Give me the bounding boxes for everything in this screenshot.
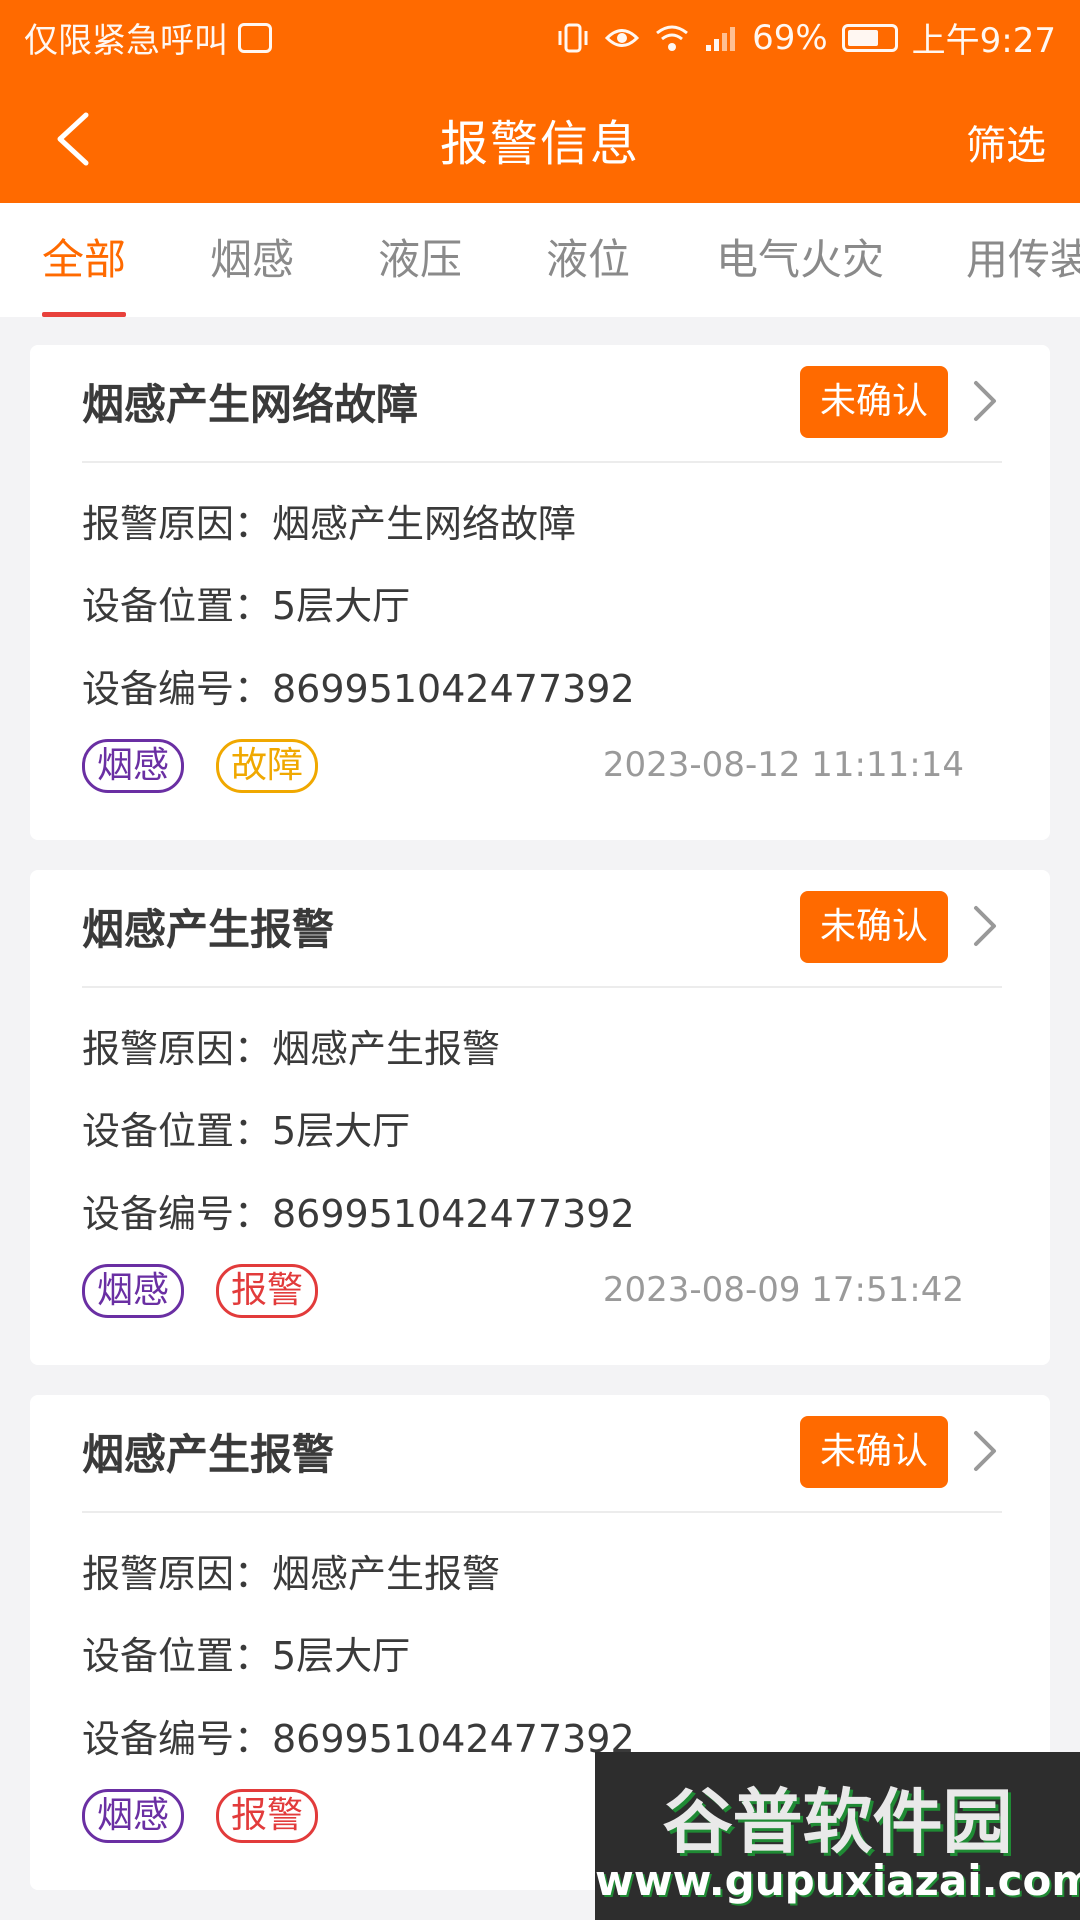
status-badge[interactable]: 未确认 <box>800 366 948 438</box>
tag-smoke: 烟感 <box>82 1789 185 1843</box>
signal-icon <box>706 26 736 51</box>
tab-electrical-fire[interactable]: 电气火灾 <box>716 203 884 317</box>
divider <box>82 986 1002 988</box>
alert-time: 2023-08-12 11:11:14 <box>602 745 964 785</box>
tab-smoke[interactable]: 烟感 <box>210 203 294 317</box>
status-badge[interactable]: 未确认 <box>800 1416 948 1488</box>
watermark: 谷普软件园 www.gupuxiazai.com <box>595 1752 1080 1920</box>
chevron-right-icon[interactable] <box>968 377 1004 425</box>
nav-bar: 报警信息 筛选 <box>0 75 1080 203</box>
tag-alarm: 报警 <box>216 1264 319 1318</box>
device-location: 设备位置：5层大厅 <box>82 1634 411 1678</box>
tab-liquid-level[interactable]: 液位 <box>546 203 630 317</box>
chevron-left-icon <box>57 112 89 166</box>
wifi-icon <box>656 25 688 51</box>
device-number: 设备编号：869951042477392 <box>82 1192 635 1236</box>
watermark-logo: 谷普软件园 <box>662 1781 1013 1863</box>
alarm-reason: 报警原因：烟感产生网络故障 <box>82 502 577 546</box>
device-location: 设备位置：5层大厅 <box>82 1109 411 1153</box>
chevron-right-icon[interactable] <box>968 1427 1004 1475</box>
tab-hydraulic[interactable]: 液压 <box>378 203 462 317</box>
alert-title: 烟感产生报警 <box>82 1430 335 1479</box>
tab-transmission-device[interactable]: 用传装 <box>966 203 1080 317</box>
watermark-url: www.gupuxiazai.com <box>595 1856 1080 1905</box>
device-number: 设备编号：869951042477392 <box>82 1717 635 1761</box>
alert-title: 烟感产生报警 <box>82 905 335 954</box>
alarm-reason: 报警原因：烟感产生报警 <box>82 1552 501 1596</box>
huawei-icon <box>238 22 272 53</box>
tab-all[interactable]: 全部 <box>42 203 126 317</box>
alert-card[interactable]: 烟感产生报警 未确认 报警原因：烟感产生报警 设备位置：5层大厅 设备编号：86… <box>30 870 1050 1365</box>
eye-icon <box>604 28 640 47</box>
battery-percent: 69% <box>752 17 828 58</box>
status-badge[interactable]: 未确认 <box>800 891 948 963</box>
tag-smoke: 烟感 <box>82 1264 185 1318</box>
alert-time: 2023-08-09 17:51:42 <box>602 1270 964 1310</box>
filter-button[interactable]: 筛选 <box>966 113 1046 171</box>
alarm-reason: 报警原因：烟感产生报警 <box>82 1027 501 1071</box>
status-bar: 仅限紧急呼叫 69% 上午9:27 <box>0 0 1080 75</box>
app-header: 仅限紧急呼叫 69% 上午9:27 报警信息 筛选 <box>0 0 1080 203</box>
battery-icon <box>841 23 898 52</box>
device-number: 设备编号：869951042477392 <box>82 667 635 711</box>
back-button[interactable] <box>42 99 102 179</box>
chevron-right-icon[interactable] <box>968 902 1004 950</box>
tag-alarm: 报警 <box>216 1789 319 1843</box>
vibrate-icon <box>558 23 588 52</box>
tag-fault: 故障 <box>216 739 319 793</box>
page-title: 报警信息 <box>439 116 640 172</box>
alert-card[interactable]: 烟感产生网络故障 未确认 报警原因：烟感产生网络故障 设备位置：5层大厅 设备编… <box>30 345 1050 840</box>
tag-smoke: 烟感 <box>82 739 185 793</box>
carrier-text: 仅限紧急呼叫 <box>24 21 228 61</box>
device-location: 设备位置：5层大厅 <box>82 584 411 628</box>
alert-title: 烟感产生网络故障 <box>82 380 419 429</box>
status-time: 上午9:27 <box>911 21 1056 61</box>
tab-active-indicator <box>42 312 126 317</box>
divider <box>82 1511 1002 1513</box>
divider <box>82 461 1002 463</box>
category-tabs: 全部 烟感 液压 液位 电气火灾 用传装 <box>0 203 1080 317</box>
